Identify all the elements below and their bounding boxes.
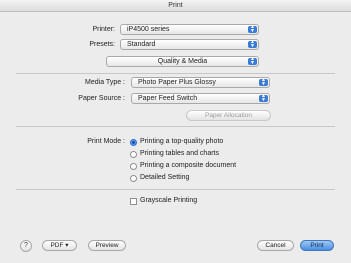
section-divider [16, 73, 335, 74]
option-tables-charts: Printing tables and charts [140, 150, 219, 157]
paper-source-value: Paper Feed Switch [138, 95, 198, 102]
popup-arrows-icon: ▲ ▼ [259, 94, 268, 102]
media-type-label: Media Type : [85, 79, 125, 86]
section-value: Quality & Media [157, 58, 208, 65]
printer-value: iP4500 series [127, 26, 170, 33]
presets-value: Standard [127, 41, 156, 48]
grayscale-checkbox[interactable] [130, 198, 137, 205]
preview-button[interactable]: Preview [88, 240, 126, 251]
print-button[interactable]: Print [300, 240, 334, 251]
radio-top-quality-photo[interactable] [130, 139, 137, 146]
option-composite-document: Printing a composite document [140, 162, 237, 169]
option-detailed-setting: Detailed Setting [140, 174, 190, 181]
media-type-popup[interactable]: Photo Paper Plus Glossy ▲ ▼ [131, 77, 270, 88]
help-button[interactable]: ? [20, 240, 32, 252]
paper-allocation-button[interactable]: Paper Allocation [186, 110, 271, 121]
presets-popup[interactable]: Standard ▲ ▼ [120, 39, 259, 50]
printer-popup[interactable]: iP4500 series ▲ ▼ [120, 24, 259, 35]
printer-label: Printer: [92, 26, 115, 33]
presets-label: Presets: [89, 41, 115, 48]
popup-arrows-icon: ▲ ▼ [248, 40, 257, 48]
section-popup[interactable]: Quality & Media ▲ ▼ [106, 56, 259, 67]
radio-tables-charts[interactable] [130, 151, 137, 158]
paper-source-label: Paper Source : [78, 95, 125, 102]
print-mode-label: Print Mode : [87, 138, 125, 145]
option-top-quality-photo: Printing a top-quality photo [140, 138, 224, 145]
window-title: Print [0, 0, 351, 12]
radio-detailed-setting[interactable] [130, 175, 137, 182]
grayscale-label: Grayscale Printing [140, 197, 198, 204]
radio-composite-document[interactable] [130, 163, 137, 170]
cancel-button[interactable]: Cancel [257, 240, 294, 251]
popup-arrows-icon: ▲ ▼ [248, 25, 257, 33]
popup-arrows-icon: ▲ ▼ [259, 78, 268, 86]
pdf-button[interactable]: PDF ▾ [42, 240, 77, 251]
grayscale-divider [16, 189, 335, 190]
media-type-value: Photo Paper Plus Glossy [138, 79, 216, 86]
mode-divider [16, 126, 335, 127]
print-dialog: Printer: iP4500 series ▲ ▼ Presets: Stand… [0, 12, 351, 263]
paper-source-popup[interactable]: Paper Feed Switch ▲ ▼ [131, 93, 270, 104]
popup-arrows-icon: ▲ ▼ [248, 57, 257, 65]
